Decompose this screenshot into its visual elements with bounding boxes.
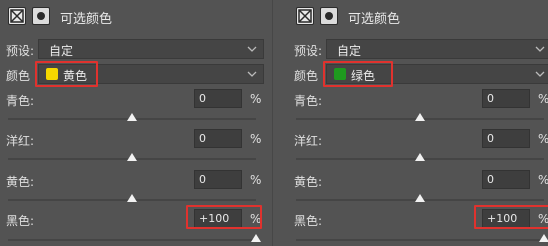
panel-header: 可选颜色 — [6, 0, 264, 34]
magenta-value-field[interactable]: 0 — [482, 129, 530, 148]
yellow-value-field[interactable]: 0 — [194, 170, 242, 189]
chevron-down-icon — [247, 71, 257, 77]
yellow-slider-thumb[interactable] — [127, 194, 137, 202]
color-highlight-box — [35, 61, 98, 87]
magenta-slider-thumb[interactable] — [127, 153, 137, 161]
cyan-unit: % — [250, 92, 262, 106]
magenta-label: 洋红: — [6, 134, 35, 148]
selective-color-comparison: 可选颜色 预设: 自定 颜色 黄色 青色: 0 % 洋红: 0 % 黄色: 0 … — [0, 0, 548, 246]
yellow-label: 黄色: — [294, 175, 323, 189]
chevron-down-icon — [535, 71, 545, 77]
selective-color-adjustment-icon[interactable] — [8, 7, 26, 25]
cyan-label: 青色: — [294, 94, 323, 108]
black-label: 黑色: — [6, 214, 35, 228]
preset-value: 自定 — [337, 44, 362, 58]
panel-title: 可选颜色 — [348, 12, 401, 27]
magenta-unit: % — [538, 132, 548, 146]
chevron-down-icon — [535, 46, 545, 52]
magenta-unit: % — [250, 132, 262, 146]
color-label: 颜色 — [6, 69, 31, 83]
black-slider-track[interactable] — [8, 239, 256, 241]
preset-dropdown[interactable]: 自定 — [38, 39, 264, 59]
color-label: 颜色 — [294, 69, 319, 83]
cyan-unit: % — [538, 92, 548, 106]
panel-divider — [272, 0, 273, 246]
layer-mask-icon[interactable] — [320, 7, 338, 25]
yellow-unit: % — [538, 173, 548, 187]
panel-header: 可选颜色 — [294, 0, 548, 34]
preset-dropdown[interactable]: 自定 — [326, 39, 548, 59]
black-slider-thumb[interactable] — [539, 234, 548, 242]
black-label: 黑色: — [294, 214, 323, 228]
color-highlight-box — [323, 61, 393, 87]
black-slider-thumb[interactable] — [251, 234, 261, 242]
layer-mask-icon[interactable] — [32, 7, 50, 25]
black-highlight-box — [474, 205, 548, 229]
yellow-label: 黄色: — [6, 175, 35, 189]
magenta-label: 洋红: — [294, 134, 323, 148]
selective-color-adjustment-icon[interactable] — [296, 7, 314, 25]
yellow-value-field[interactable]: 0 — [482, 170, 530, 189]
properties-panel-green: 可选颜色 预设: 自定 颜色 绿色 青色: 0 % 洋红: 0 % 黄色: 0 … — [294, 0, 548, 246]
cyan-value-field[interactable]: 0 — [194, 89, 242, 108]
black-slider-track[interactable] — [296, 239, 544, 241]
preset-value: 自定 — [49, 44, 74, 58]
panel-title: 可选颜色 — [60, 12, 113, 27]
magenta-value-field[interactable]: 0 — [194, 129, 242, 148]
cyan-slider-thumb[interactable] — [127, 113, 137, 121]
cyan-slider-thumb[interactable] — [415, 113, 425, 121]
cyan-label: 青色: — [6, 94, 35, 108]
preset-label: 预设: — [6, 44, 35, 58]
cyan-value-field[interactable]: 0 — [482, 89, 530, 108]
chevron-down-icon — [247, 46, 257, 52]
yellow-unit: % — [250, 173, 262, 187]
yellow-slider-thumb[interactable] — [415, 194, 425, 202]
properties-panel-yellow: 可选颜色 预设: 自定 颜色 黄色 青色: 0 % 洋红: 0 % 黄色: 0 … — [6, 0, 264, 246]
black-highlight-box — [186, 205, 262, 229]
preset-label: 预设: — [294, 44, 323, 58]
magenta-slider-thumb[interactable] — [415, 153, 425, 161]
